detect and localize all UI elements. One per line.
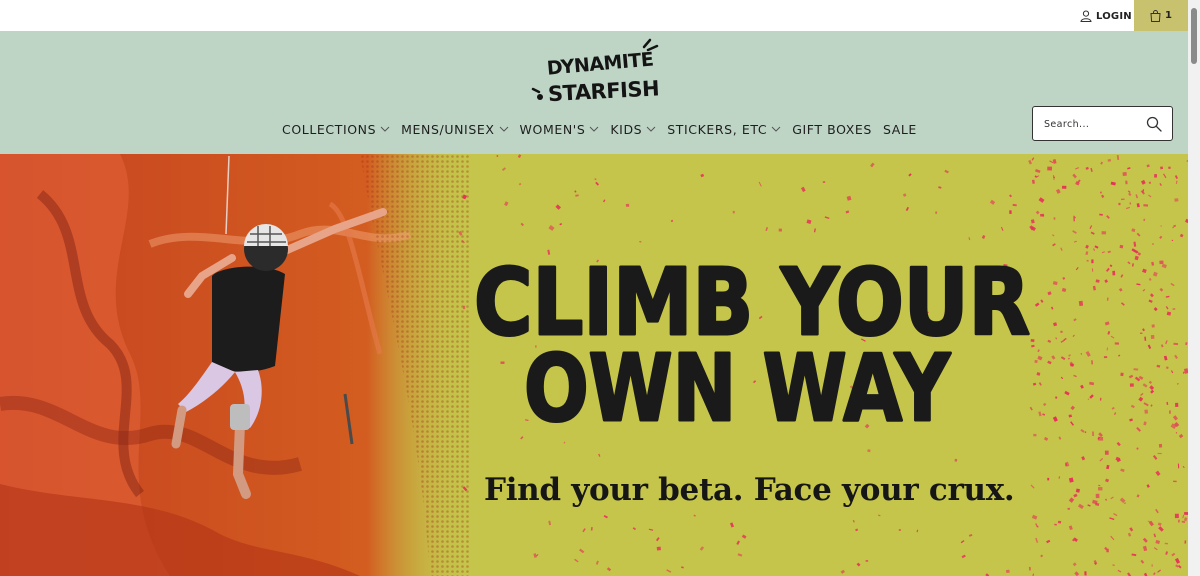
nav-label: KIDS — [610, 121, 643, 137]
chevron-down-icon — [771, 126, 781, 132]
nav-item-kids[interactable]: KIDS — [610, 122, 656, 137]
nav-item-mens-unisex[interactable]: MENS/UNISEX — [401, 122, 508, 137]
hero-tagline: Find your beta. Face your crux. — [484, 472, 1015, 508]
headline-line2: OWN WAY — [524, 335, 951, 442]
login-label: LOGIN — [1096, 10, 1132, 22]
chevron-down-icon — [380, 126, 390, 132]
nav-item-gift-boxes[interactable]: GIFT BOXES — [792, 122, 872, 137]
hero-banner[interactable]: CLIMB YOUR OWN WAY Find your beta. Face … — [0, 154, 1188, 576]
nav-label: MENS/UNISEX — [401, 121, 495, 137]
chevron-down-icon — [646, 126, 656, 132]
nav-item-collections[interactable]: COLLECTIONS — [282, 122, 390, 137]
dynamite-starfish-logo[interactable]: DYNAMITE STARFISH — [530, 37, 660, 109]
search-input[interactable] — [1044, 116, 1144, 132]
hero-headline: CLIMB YOUR OWN WAY — [473, 248, 1032, 444]
nav-item-stickers[interactable]: STICKERS, ETC — [667, 122, 781, 137]
cart-button[interactable]: 1 — [1134, 0, 1188, 31]
nav-label: WOMEN'S — [519, 121, 586, 137]
nav-label: SALE — [882, 121, 917, 137]
site-header: DYNAMITE STARFISH COLLECTIONS MENS/UNISE… — [0, 31, 1188, 154]
svg-text:STARFISH: STARFISH — [547, 76, 659, 106]
nav-label: STICKERS, ETC — [667, 121, 768, 137]
scrollbar-thumb[interactable] — [1191, 8, 1197, 64]
chevron-down-icon — [590, 126, 599, 132]
search-box — [1032, 106, 1173, 141]
bag-icon — [1150, 9, 1161, 22]
page-scrollbar[interactable] — [1188, 0, 1200, 576]
main-nav: COLLECTIONS MENS/UNISEX WOMEN'S KIDS STI… — [282, 118, 928, 140]
svg-text:DYNAMITE: DYNAMITE — [546, 49, 654, 80]
nav-item-womens[interactable]: WOMEN'S — [520, 122, 600, 137]
search-icon[interactable] — [1146, 116, 1162, 132]
nav-item-sale[interactable]: SALE — [883, 122, 917, 137]
top-utility-bar: LOGIN 1 — [0, 0, 1188, 31]
cart-count: 1 — [1165, 10, 1172, 21]
user-icon — [1080, 10, 1092, 22]
login-link[interactable]: LOGIN — [1080, 8, 1132, 24]
chevron-down-icon — [499, 126, 508, 132]
nav-label: GIFT BOXES — [792, 121, 872, 137]
nav-label: COLLECTIONS — [282, 121, 377, 137]
